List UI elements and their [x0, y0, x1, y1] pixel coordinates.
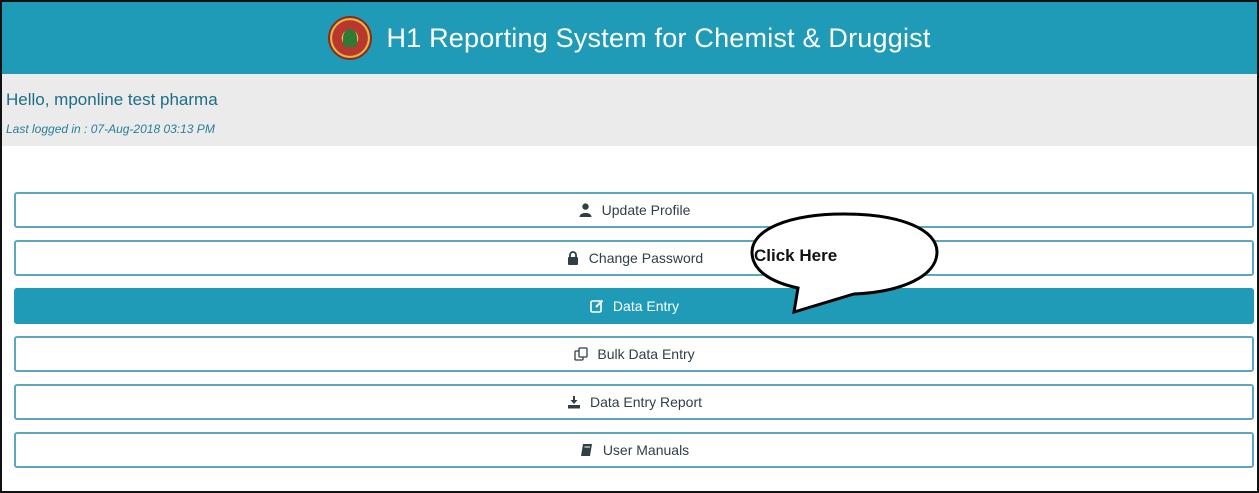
app-frame: H1 Reporting System for Chemist & Druggi… — [0, 0, 1259, 493]
edit-icon — [589, 298, 605, 314]
page-title: H1 Reporting System for Chemist & Druggi… — [386, 22, 931, 53]
user-manuals-button[interactable]: User Manuals — [14, 432, 1254, 468]
greeting-text: Hello, mponline test pharma — [6, 90, 218, 109]
download-icon — [566, 394, 582, 410]
main-menu: Update Profile Change Password Data Entr… — [14, 192, 1254, 480]
copy-icon — [573, 346, 589, 362]
update-profile-button[interactable]: Update Profile — [14, 192, 1254, 228]
book-icon — [579, 442, 595, 458]
user-info-bar: Hello, mponline test pharma Last logged … — [2, 74, 1257, 146]
bulk-data-entry-button[interactable]: Bulk Data Entry — [14, 336, 1254, 372]
change-password-button[interactable]: Change Password — [14, 240, 1254, 276]
data-entry-report-label: Data Entry Report — [589, 394, 703, 410]
header: H1 Reporting System for Chemist & Druggi… — [2, 2, 1257, 74]
data-entry-report-button[interactable]: Data Entry Report — [14, 384, 1254, 420]
user-icon — [578, 202, 594, 218]
emblem-logo-icon — [328, 16, 373, 60]
data-entry-button[interactable]: Data Entry — [14, 288, 1254, 324]
bulk-data-entry-label: Bulk Data Entry — [597, 346, 695, 362]
user-manuals-label: User Manuals — [602, 442, 690, 458]
last-login-text: Last logged in : 07-Aug-2018 03:13 PM — [6, 122, 215, 136]
update-profile-label: Update Profile — [601, 202, 691, 218]
callout-text: Click Here — [754, 246, 838, 265]
change-password-label: Change Password — [588, 250, 704, 266]
data-entry-label: Data Entry — [612, 298, 680, 314]
lock-icon — [565, 250, 581, 266]
